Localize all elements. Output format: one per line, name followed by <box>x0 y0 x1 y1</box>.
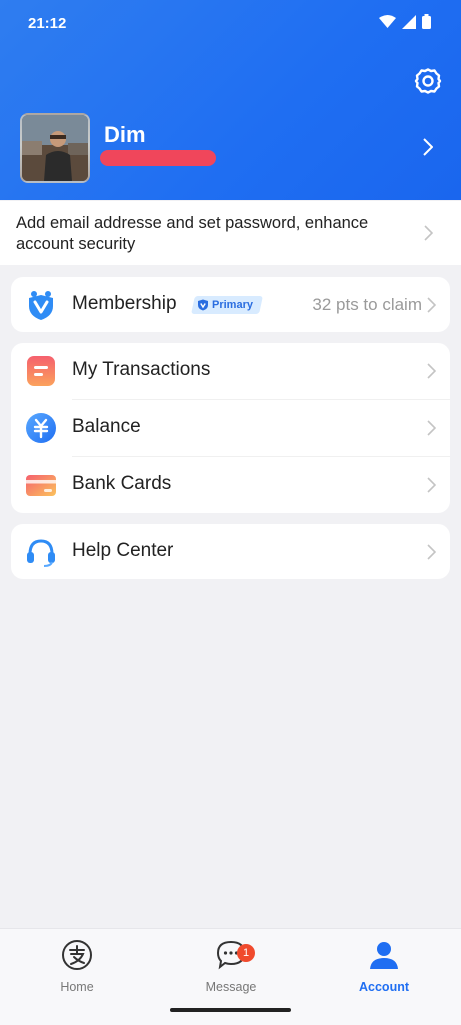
menu-item-label: Help Center <box>72 540 174 561</box>
unread-count-badge: 1 <box>237 944 255 962</box>
wifi-icon <box>379 14 396 28</box>
tab-label: Message <box>205 980 257 994</box>
home-alipay-icon <box>62 940 92 970</box>
menu-item-my-transactions[interactable]: My Transactions <box>11 343 450 399</box>
security-prompt-row[interactable]: Add email addresse and set password, enh… <box>0 201 461 265</box>
menu-item-label: My Transactions <box>72 359 211 380</box>
avatar[interactable] <box>20 113 90 183</box>
headset-icon <box>27 539 55 567</box>
membership-card[interactable]: Membership Primary 32 pts to claim <box>11 277 450 332</box>
tab-message[interactable]: 1 Message <box>171 939 291 994</box>
home-indicator <box>170 1008 291 1012</box>
menu-item-balance[interactable]: Balance <box>11 400 450 456</box>
menu-item-bank-cards[interactable]: Bank Cards <box>11 457 450 513</box>
balance-yuan-icon <box>26 413 56 443</box>
status-time: 21:12 <box>28 15 67 32</box>
help-center-card: Help Center <box>11 524 450 579</box>
redacted-account-id <box>100 150 216 166</box>
menu-item-help-center[interactable]: Help Center <box>11 524 450 580</box>
membership-label: Membership <box>72 293 177 314</box>
account-person-icon <box>370 942 398 969</box>
chevron-right-icon <box>427 297 436 313</box>
signal-icon <box>402 14 416 29</box>
membership-row[interactable]: Membership Primary 32 pts to claim <box>11 277 450 333</box>
tier-shield-icon <box>198 299 208 311</box>
battery-icon <box>422 14 431 29</box>
primary-badge-label: Primary <box>212 299 253 311</box>
chevron-right-icon <box>427 544 436 560</box>
tab-label: Account <box>359 980 409 994</box>
account-menu-card: My Transactions Balance Bank Cards <box>11 343 450 513</box>
menu-item-label: Balance <box>72 416 141 437</box>
chevron-right-icon <box>427 363 436 379</box>
points-to-claim: 32 pts to claim <box>312 295 422 314</box>
bank-card-icon <box>26 475 56 496</box>
tab-account[interactable]: Account <box>324 939 444 994</box>
transactions-icon <box>27 356 55 386</box>
chevron-right-icon <box>427 420 436 436</box>
primary-tier-badge: Primary <box>191 296 263 314</box>
profile-chevron-right-icon[interactable] <box>423 138 433 156</box>
chevron-right-icon <box>427 477 436 493</box>
avatar-photo <box>22 115 88 181</box>
username[interactable]: Dim <box>104 122 146 148</box>
profile-header: 21:12 Dim <box>0 0 461 200</box>
security-prompt-text: Add email addresse and set password, enh… <box>16 214 369 253</box>
status-icons <box>379 14 431 29</box>
tab-home[interactable]: Home <box>17 939 137 994</box>
menu-item-label: Bank Cards <box>72 473 172 494</box>
chevron-right-icon <box>424 225 433 241</box>
membership-shield-icon <box>29 291 53 320</box>
tab-label: Home <box>60 980 94 994</box>
settings-gear-icon[interactable] <box>413 66 443 96</box>
